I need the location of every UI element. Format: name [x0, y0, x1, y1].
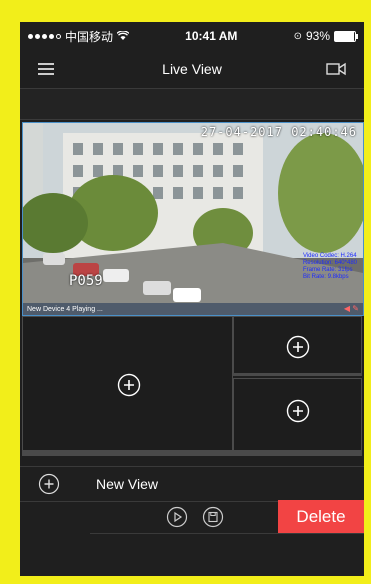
camera-cell-bottom-right[interactable]	[233, 378, 362, 456]
video-status-bar: New Device 4 Playing ... ◀ ✎	[23, 303, 363, 315]
nav-bar: Live View	[20, 50, 364, 88]
phone-screen: 中国移动 10:41 AM ⊙ 93% Live View 27-04-2017…	[20, 22, 364, 576]
video-framerate-line: Frame Rate: 31fps	[302, 267, 353, 273]
wifi-icon	[117, 31, 130, 40]
video-pane[interactable]: 27-04-2017 02:40:46 P059 Video Codec: H.…	[22, 122, 364, 316]
signal-icon	[28, 33, 61, 39]
video-info: Video Codec: H.264 Resolution: 640*480 F…	[303, 253, 357, 281]
add-camera-icon[interactable]	[286, 399, 310, 423]
play-icon[interactable]	[166, 506, 188, 528]
video-bitrate-line: Bit Rate: 9.8kbps	[302, 274, 349, 280]
battery-percent: 93%	[305, 29, 330, 43]
add-camera-icon[interactable]	[286, 335, 310, 359]
camera-cell-large[interactable]	[22, 316, 233, 456]
video-timestamp: 27-04-2017 02:40:46	[200, 125, 357, 139]
divider	[90, 533, 364, 534]
battery-fill	[335, 31, 354, 41]
camera-grid	[22, 316, 362, 456]
audio-icon[interactable]: ◀ ✎	[344, 304, 359, 313]
view-list-item[interactable]: New View	[20, 466, 364, 502]
video-status-text: New Device 4 Playing ...	[27, 305, 103, 313]
video-codec-line: Video Codec: H.264	[302, 253, 357, 259]
save-icon[interactable]	[202, 506, 224, 528]
view-label: New View	[96, 476, 158, 492]
battery-icon	[334, 30, 358, 42]
video-resolution-line: Resolution: 640*480	[302, 260, 357, 266]
delete-button[interactable]: Delete	[278, 500, 364, 534]
menu-icon[interactable]	[38, 63, 54, 75]
carrier-label: 中国移动	[65, 29, 114, 44]
add-view-icon[interactable]	[38, 473, 60, 495]
page-title: Live View	[162, 61, 222, 77]
add-camera-icon[interactable]	[117, 373, 141, 397]
camera-icon[interactable]	[326, 62, 346, 76]
status-right: ⊙ 93%	[293, 29, 358, 43]
status-bar: 中国移动 10:41 AM ⊙ 93%	[20, 22, 364, 50]
swipe-action-row: Delete	[20, 500, 364, 534]
status-time: 10:41 AM	[185, 29, 238, 43]
toolbar-strip	[20, 88, 364, 120]
video-plate-label: P059	[69, 273, 103, 289]
orientation-lock-icon: ⊙	[293, 30, 302, 42]
camera-cell-top-right[interactable]	[233, 316, 362, 376]
status-left: 中国移动	[28, 28, 130, 45]
